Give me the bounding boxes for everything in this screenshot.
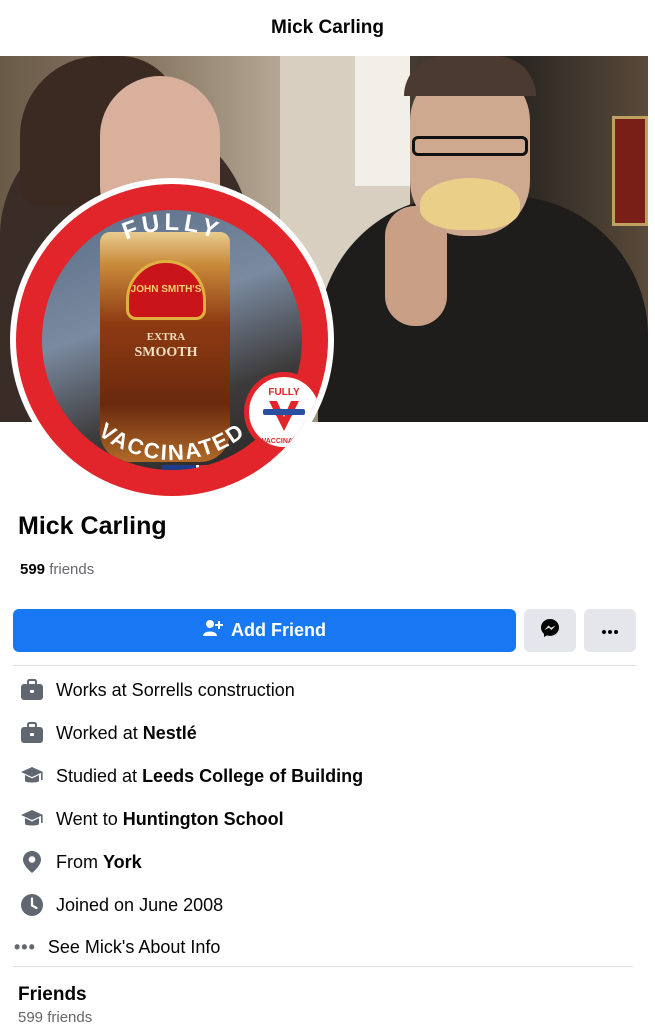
- intro-row-college: Studied at Leeds College of Building: [18, 761, 363, 791]
- profile-picture[interactable]: JOHN SMITH'S EXTRA SMOOTH FULLY VACCINAT…: [10, 178, 334, 502]
- friend-count-line[interactable]: 599 friends: [20, 561, 94, 578]
- intro-text: Went to: [56, 808, 123, 829]
- divider-top: [13, 665, 636, 666]
- clock-icon: [18, 891, 46, 919]
- intro-row-work: Works at Sorrells construction: [18, 675, 295, 705]
- svg-text:VACCINATED: VACCINATED: [94, 418, 249, 466]
- profile-name: Mick Carling: [18, 512, 167, 540]
- avatar-frame-ring: JOHN SMITH'S EXTRA SMOOTH FULLY VACCINAT…: [16, 184, 328, 496]
- friends-word: friends: [49, 561, 95, 578]
- intro-bold[interactable]: Huntington School: [123, 809, 284, 829]
- briefcase-icon: [18, 719, 46, 747]
- intro-text: From: [56, 851, 103, 872]
- location-pin-icon: [18, 848, 46, 876]
- more-dots-icon: [601, 622, 619, 640]
- friend-count: 599: [20, 561, 46, 578]
- cover-glasses: [412, 136, 528, 156]
- vaccinated-stamp: FULLY VACCINATED: [244, 372, 324, 452]
- ring-text-bottom: VACCINATED: [94, 418, 247, 466]
- intro-text: Joined on June 2008: [56, 894, 224, 915]
- friends-section-count[interactable]: 599 friends: [18, 1009, 92, 1024]
- intro-bold[interactable]: York: [103, 852, 142, 872]
- intro-bold[interactable]: Nestlé: [143, 723, 197, 743]
- intro-row-school: Went to Huntington School: [18, 804, 284, 834]
- intro-row-joined: Joined on June 2008: [18, 890, 223, 920]
- message-button[interactable]: [524, 609, 576, 652]
- page-title: Mick Carling: [271, 17, 384, 38]
- stamp-text-top: FULLY: [268, 387, 300, 398]
- intro-row-hometown: From York: [18, 847, 142, 877]
- add-friend-button[interactable]: Add Friend: [13, 609, 516, 652]
- cover-hair-right: [404, 56, 536, 96]
- messenger-icon: [540, 618, 560, 643]
- graduation-cap-icon: [18, 762, 46, 790]
- svg-text:FULLY: FULLY: [119, 209, 226, 246]
- more-options-button[interactable]: [584, 609, 636, 652]
- briefcase-icon: [18, 676, 46, 704]
- cover-machine: [612, 116, 648, 226]
- cover-window: [355, 56, 410, 186]
- intro-bold[interactable]: Leeds College of Building: [142, 766, 363, 786]
- see-about-label: See Mick's About Info: [47, 936, 221, 957]
- person-add-icon: [203, 619, 223, 642]
- top-bar: Mick Carling: [0, 0, 655, 56]
- intro-text: Works at Sorrells construction: [56, 679, 295, 700]
- friends-section-heading: Friends: [18, 984, 87, 1005]
- intro-row-past-work: Worked at Nestlé: [18, 718, 197, 748]
- intro-text: Studied at: [56, 765, 143, 786]
- cover-chip: [420, 178, 520, 230]
- more-dots-icon: •••: [14, 936, 36, 957]
- see-about-info-link[interactable]: ••• See Mick's About Info: [14, 933, 220, 961]
- divider-bottom: [13, 966, 633, 967]
- stamp-text-bottom: VACCINATED: [262, 438, 307, 445]
- add-friend-label: Add Friend: [231, 620, 326, 640]
- graduation-cap-icon: [18, 805, 46, 833]
- ring-text-top: FULLY: [119, 209, 222, 246]
- intro-text: Worked at: [56, 722, 143, 743]
